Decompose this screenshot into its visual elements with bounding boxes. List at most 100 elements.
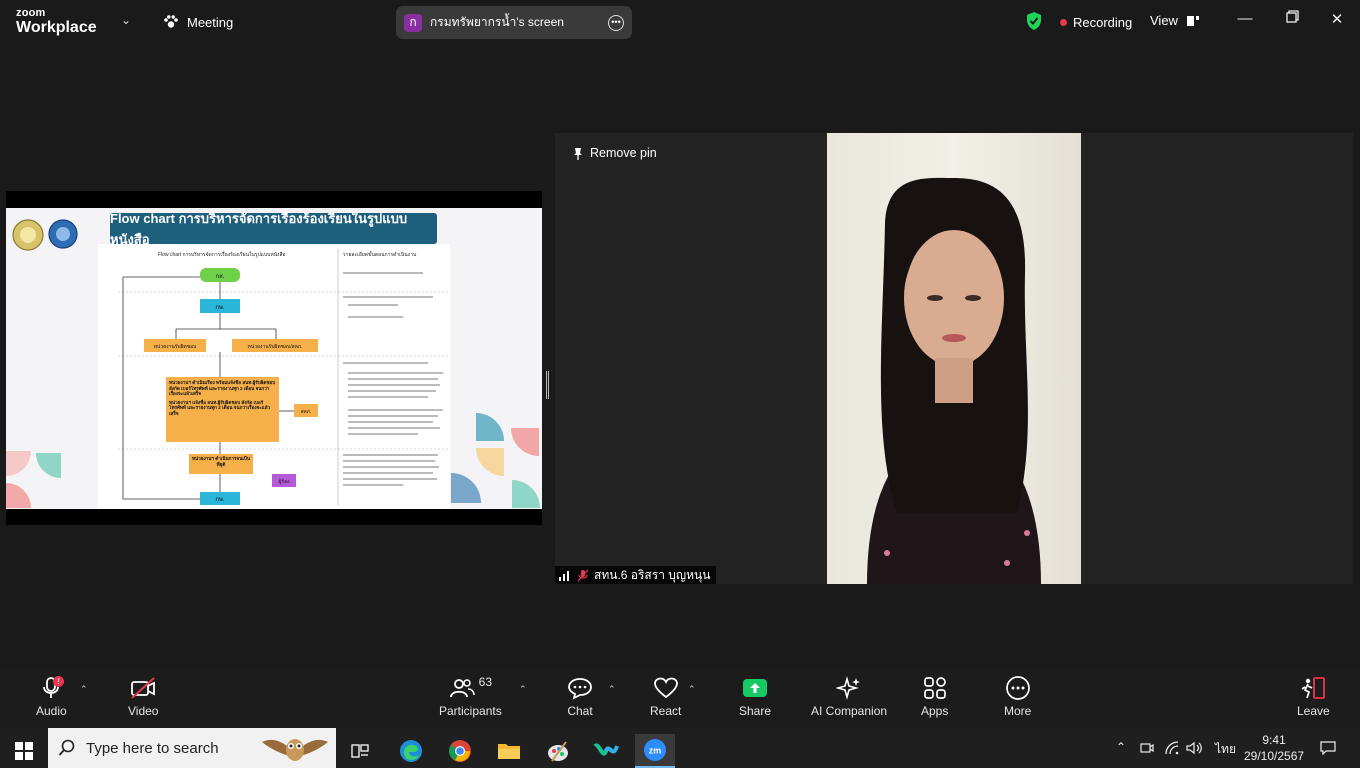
title-bar: zoom Workplace ⌄ Meeting ก กรมทรัพยากรน้…: [0, 0, 1360, 44]
windows-taskbar: Type here to search zm ⌃ ไทย 9:41 29/10/…: [0, 728, 1360, 768]
process-node-1: กษ.: [215, 305, 225, 311]
meeting-controls: Audio ! ⌃ Video 63 Participants ⌃ Chat ⌃…: [0, 668, 1360, 728]
sparkle-icon: [836, 676, 861, 700]
side-node: สลภ.: [301, 409, 312, 415]
encryption-shield-icon[interactable]: [1025, 11, 1043, 31]
leave-label: Leave: [1297, 704, 1330, 718]
apps-button[interactable]: Apps: [921, 676, 948, 718]
participants-options-caret-icon[interactable]: ⌃: [519, 684, 527, 695]
leave-button[interactable]: Leave: [1297, 676, 1330, 718]
video-button[interactable]: Video: [128, 676, 158, 718]
participant-name: สทน.6 อริสรา บุญหนุน: [594, 567, 711, 582]
chat-icon: [568, 678, 592, 700]
windows-start-icon[interactable]: [4, 734, 44, 768]
edge-browser-icon[interactable]: [391, 734, 431, 768]
presentation-slide: Flow chart การบริหารจัดการเรื่องร้องเรีย…: [6, 208, 542, 509]
meeting-menu[interactable]: Meeting: [163, 14, 233, 30]
recording-indicator[interactable]: Recording: [1060, 15, 1132, 30]
more-label: More: [1004, 704, 1032, 718]
signal-strength-icon: [559, 571, 569, 581]
webex-app-icon[interactable]: [586, 734, 626, 768]
volume-icon[interactable]: [1186, 741, 1204, 755]
apps-icon: [923, 677, 946, 699]
participants-button[interactable]: 63 Participants: [439, 675, 502, 718]
remove-pin-button[interactable]: Remove pin: [573, 146, 657, 160]
task-view-icon[interactable]: [340, 734, 380, 768]
view-layout-icon: [1186, 15, 1199, 26]
ai-companion-button[interactable]: AI Companion: [811, 676, 887, 718]
view-label: View: [1150, 13, 1178, 28]
clock[interactable]: 9:41 29/10/2567: [1244, 732, 1304, 764]
unit-node-left: หน่วยงานรับผิดชอบ: [154, 343, 197, 350]
flowchart-document: Flow chart การบริหารจัดการเรื่องร้องเรีย…: [98, 244, 450, 509]
more-button[interactable]: More: [1004, 676, 1031, 718]
chat-label: Chat: [567, 704, 593, 718]
start-node: กส.: [216, 273, 225, 280]
more-icon: [1005, 676, 1030, 700]
chevron-down-icon[interactable]: ⌄: [121, 13, 131, 27]
apps-label: Apps: [921, 704, 949, 718]
complainant-node: ผู้ร้อง: [278, 478, 290, 485]
panel-resize-handle[interactable]: [546, 371, 549, 399]
flowchart-heading: Flow chart การบริหารจัดการเรื่องร้องเรีย…: [158, 251, 286, 258]
video-label: Video: [128, 704, 159, 718]
remove-pin-label: Remove pin: [590, 146, 657, 160]
sharer-avatar: ก: [404, 13, 422, 32]
zoom-app-icon[interactable]: zm: [635, 734, 675, 768]
show-hidden-icons-chevron-icon[interactable]: ⌃: [1116, 740, 1126, 754]
search-highlight-owl-icon: [262, 739, 328, 761]
more-options-icon[interactable]: •••: [608, 14, 624, 31]
input-language-indicator[interactable]: ไทย: [1215, 740, 1236, 759]
shared-screen[interactable]: Flow chart การบริหารจัดการเรื่องร้องเรีย…: [6, 191, 542, 525]
end-node: กษ.: [215, 497, 225, 503]
audio-label: Audio: [36, 704, 67, 718]
svg-text:zm: zm: [649, 746, 662, 756]
heart-icon: [653, 677, 678, 699]
chat-button[interactable]: Chat: [567, 676, 593, 718]
search-icon: [58, 739, 75, 756]
wifi-icon[interactable]: [1164, 741, 1180, 755]
clock-time: 9:41: [1262, 733, 1286, 747]
participants-count: 63: [478, 675, 493, 689]
notifications-icon[interactable]: [1320, 740, 1336, 756]
participants-icon: [449, 679, 475, 698]
unit-node-right: หน่วยงานรับผิดชอบ/สลภ.: [248, 343, 303, 350]
audio-alert-badge: !: [53, 676, 64, 687]
participant-nameplate: สทน.6 อริสรา บุญหนุน: [555, 566, 717, 584]
share-screen-icon: [743, 679, 768, 697]
slide-title: Flow chart การบริหารจัดการเรื่องร้องเรีย…: [110, 211, 437, 247]
minimize-icon[interactable]: —: [1235, 10, 1255, 27]
audio-options-caret-icon[interactable]: ⌃: [80, 684, 88, 695]
view-menu[interactable]: View: [1150, 13, 1200, 28]
process-text-2: หน่วยงานฯ แจ้งชื่อ ลนท.ผู้รับผิดชอบ สังก…: [169, 399, 271, 416]
chrome-browser-icon[interactable]: [440, 734, 480, 768]
pin-icon: [574, 147, 582, 160]
meet-now-icon[interactable]: [1140, 741, 1154, 755]
restore-icon[interactable]: [1282, 10, 1302, 27]
meeting-label: Meeting: [187, 14, 234, 30]
logo-product: Workplace: [16, 19, 97, 36]
chat-options-caret-icon[interactable]: ⌃: [608, 684, 616, 695]
lower-node: หน่วยงานฯ ดำเนินการจนเป็นที่ยุติ: [192, 456, 250, 467]
share-screen-button[interactable]: Share: [739, 676, 771, 718]
ai-companion-label: AI Companion: [811, 704, 888, 718]
taskbar-search-box[interactable]: Type here to search: [48, 728, 336, 768]
react-button[interactable]: React: [650, 676, 681, 718]
close-icon[interactable]: ✕: [1327, 10, 1347, 28]
process-text-1: หน่วยงานฯ ดำเนินเรื่อง พร้อมแจ้งชื่อ ลนท…: [169, 380, 276, 397]
participant-avatar: [867, 177, 1041, 584]
react-options-caret-icon[interactable]: ⌃: [688, 684, 696, 695]
paint-app-icon[interactable]: [538, 734, 578, 768]
file-explorer-icon[interactable]: [489, 734, 529, 768]
record-dot-icon: [1060, 19, 1067, 26]
recording-label: Recording: [1073, 15, 1133, 30]
logo-brand: zoom: [16, 7, 46, 19]
left-logo: [12, 219, 78, 251]
leave-icon: [1301, 677, 1326, 699]
pinned-video-tile[interactable]: Remove pin สทน.6 อริสรา บุญหนุน: [555, 133, 1353, 584]
detail-heading: รายละเอียดขั้นตอนการดำเนินงาน: [343, 249, 417, 258]
screen-share-indicator[interactable]: ก กรมทรัพยากรน้ำ's screen •••: [396, 6, 632, 39]
clock-date: 29/10/2567: [1244, 749, 1305, 763]
zoom-logo[interactable]: zoom Workplace: [16, 8, 97, 36]
share-label: Share: [739, 704, 772, 718]
